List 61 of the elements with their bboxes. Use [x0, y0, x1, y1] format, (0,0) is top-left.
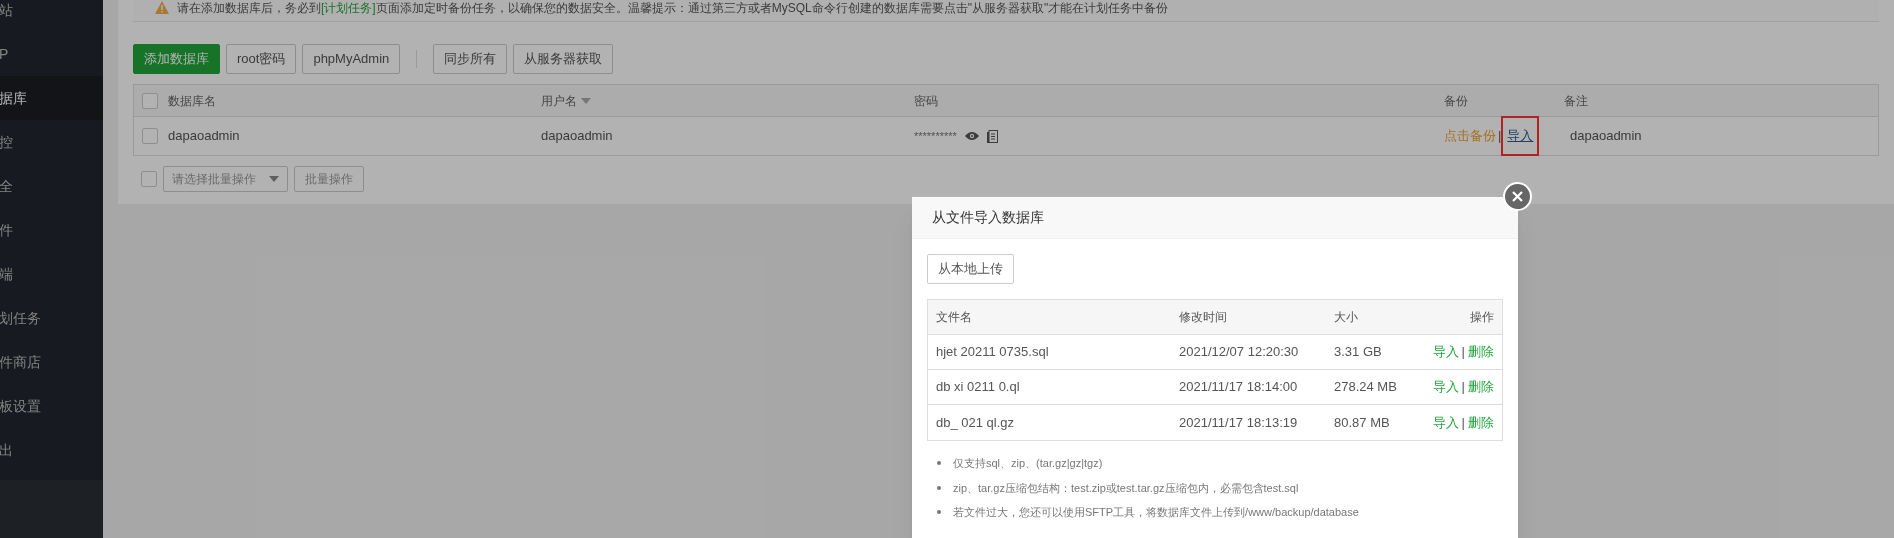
- table-cell: 80.87 MB: [1334, 414, 1390, 430]
- upload-button[interactable]: 从本地上传: [927, 254, 1014, 284]
- sidebar-item[interactable]: 全: [0, 164, 103, 208]
- column-header: 数据库名: [168, 92, 216, 110]
- link-separator: |: [1498, 127, 1502, 146]
- caret-icon: [269, 176, 279, 182]
- column-header: 备份: [1444, 92, 1468, 110]
- table-cell: 3.31 GB: [1334, 344, 1382, 360]
- table-cell: db xi 0211 0.ql: [936, 379, 1020, 395]
- import-link[interactable]: 导入: [1432, 342, 1459, 362]
- link-separator: |: [1461, 378, 1465, 397]
- note-text: 仅支持sql、zip、(tar.gz|gz|tgz): [953, 456, 1103, 471]
- link-separator: |: [1461, 413, 1465, 432]
- table-cell: 2021/12/07 12:20:30: [1179, 344, 1299, 360]
- column-header: 文件名: [936, 310, 972, 325]
- table-cell: 278.24 MB: [1334, 379, 1397, 395]
- import-link[interactable]: 导入: [1503, 118, 1538, 154]
- import-link[interactable]: 导入: [1432, 412, 1459, 433]
- table-cell: hjet 20211 0735.sql: [936, 344, 1049, 360]
- sidebar-item[interactable]: P: [0, 32, 103, 76]
- bullet-icon: [937, 461, 941, 466]
- delete-link[interactable]: 删除: [1468, 342, 1494, 362]
- checkbox[interactable]: [142, 92, 158, 109]
- bullet-icon: [937, 510, 941, 515]
- notice-text: 请在添加数据库后，务必到[计划任务]页面添加定时备份任务，以确保您的数据安全。温馨提示：通过第三方或者MySQL命令行创建的数据库需要点击"从服务器获取"才能在计划任务中备份: [177, 0, 1169, 17]
- delete-link[interactable]: 删除: [1468, 412, 1494, 433]
- table-cell: 2021/11/17 18:14:00: [1179, 379, 1298, 395]
- column-header: 操作: [1470, 310, 1494, 325]
- column-header: 修改时间: [1179, 310, 1227, 325]
- toolbar-button[interactable]: 添加数据库: [133, 44, 220, 74]
- note-text: 若文件过大，您还可以使用SFTP工具，将数据库文件上传到/www/backup/database: [953, 505, 1359, 520]
- column-header: 大小: [1334, 310, 1358, 325]
- column-header: 密码: [914, 92, 938, 110]
- bullet-icon: [937, 485, 941, 490]
- checkbox[interactable]: [141, 171, 157, 187]
- batch-button[interactable]: 批量操作: [294, 166, 364, 192]
- toolbar-button[interactable]: root密码: [226, 44, 297, 74]
- table-cell: dapaoadmin: [168, 128, 240, 144]
- column-header: 备注: [1564, 92, 1588, 110]
- sidebar-item[interactable]: 出: [0, 428, 103, 472]
- table-cell: dapaoadmin: [541, 128, 613, 144]
- import-link[interactable]: 导入: [1432, 377, 1459, 397]
- table-cell: 2021/11/17 18:13:19: [1179, 414, 1298, 430]
- delete-link[interactable]: 删除: [1468, 377, 1494, 397]
- table-cell: dapaoadmin: [1570, 128, 1642, 144]
- sidebar-item[interactable]: 划任务: [0, 296, 103, 340]
- table-cell: db_ 021 ql.gz: [936, 414, 1015, 430]
- close-icon: [1512, 191, 1523, 202]
- password-text: **********: [914, 128, 957, 144]
- note-text: zip、tar.gz压缩包结构：test.zip或test.tar.gz压缩包内，必需包含test.sql: [953, 480, 1299, 496]
- checkbox[interactable]: [142, 128, 158, 144]
- dialog-title: 从文件导入数据库: [932, 208, 1044, 227]
- batch-select[interactable]: 请选择批量操作: [163, 166, 288, 192]
- column-header[interactable]: 用户名: [541, 91, 591, 110]
- toolbar-button[interactable]: phpMyAdmin: [302, 44, 401, 74]
- sort-caret-icon[interactable]: [581, 97, 591, 104]
- eye-icon[interactable]: [964, 131, 979, 141]
- toolbar-button[interactable]: 同步所有: [433, 44, 508, 74]
- copy-icon[interactable]: [986, 129, 998, 143]
- toolbar-button[interactable]: 从服务器获取: [513, 44, 614, 74]
- link-separator: |: [1461, 343, 1465, 362]
